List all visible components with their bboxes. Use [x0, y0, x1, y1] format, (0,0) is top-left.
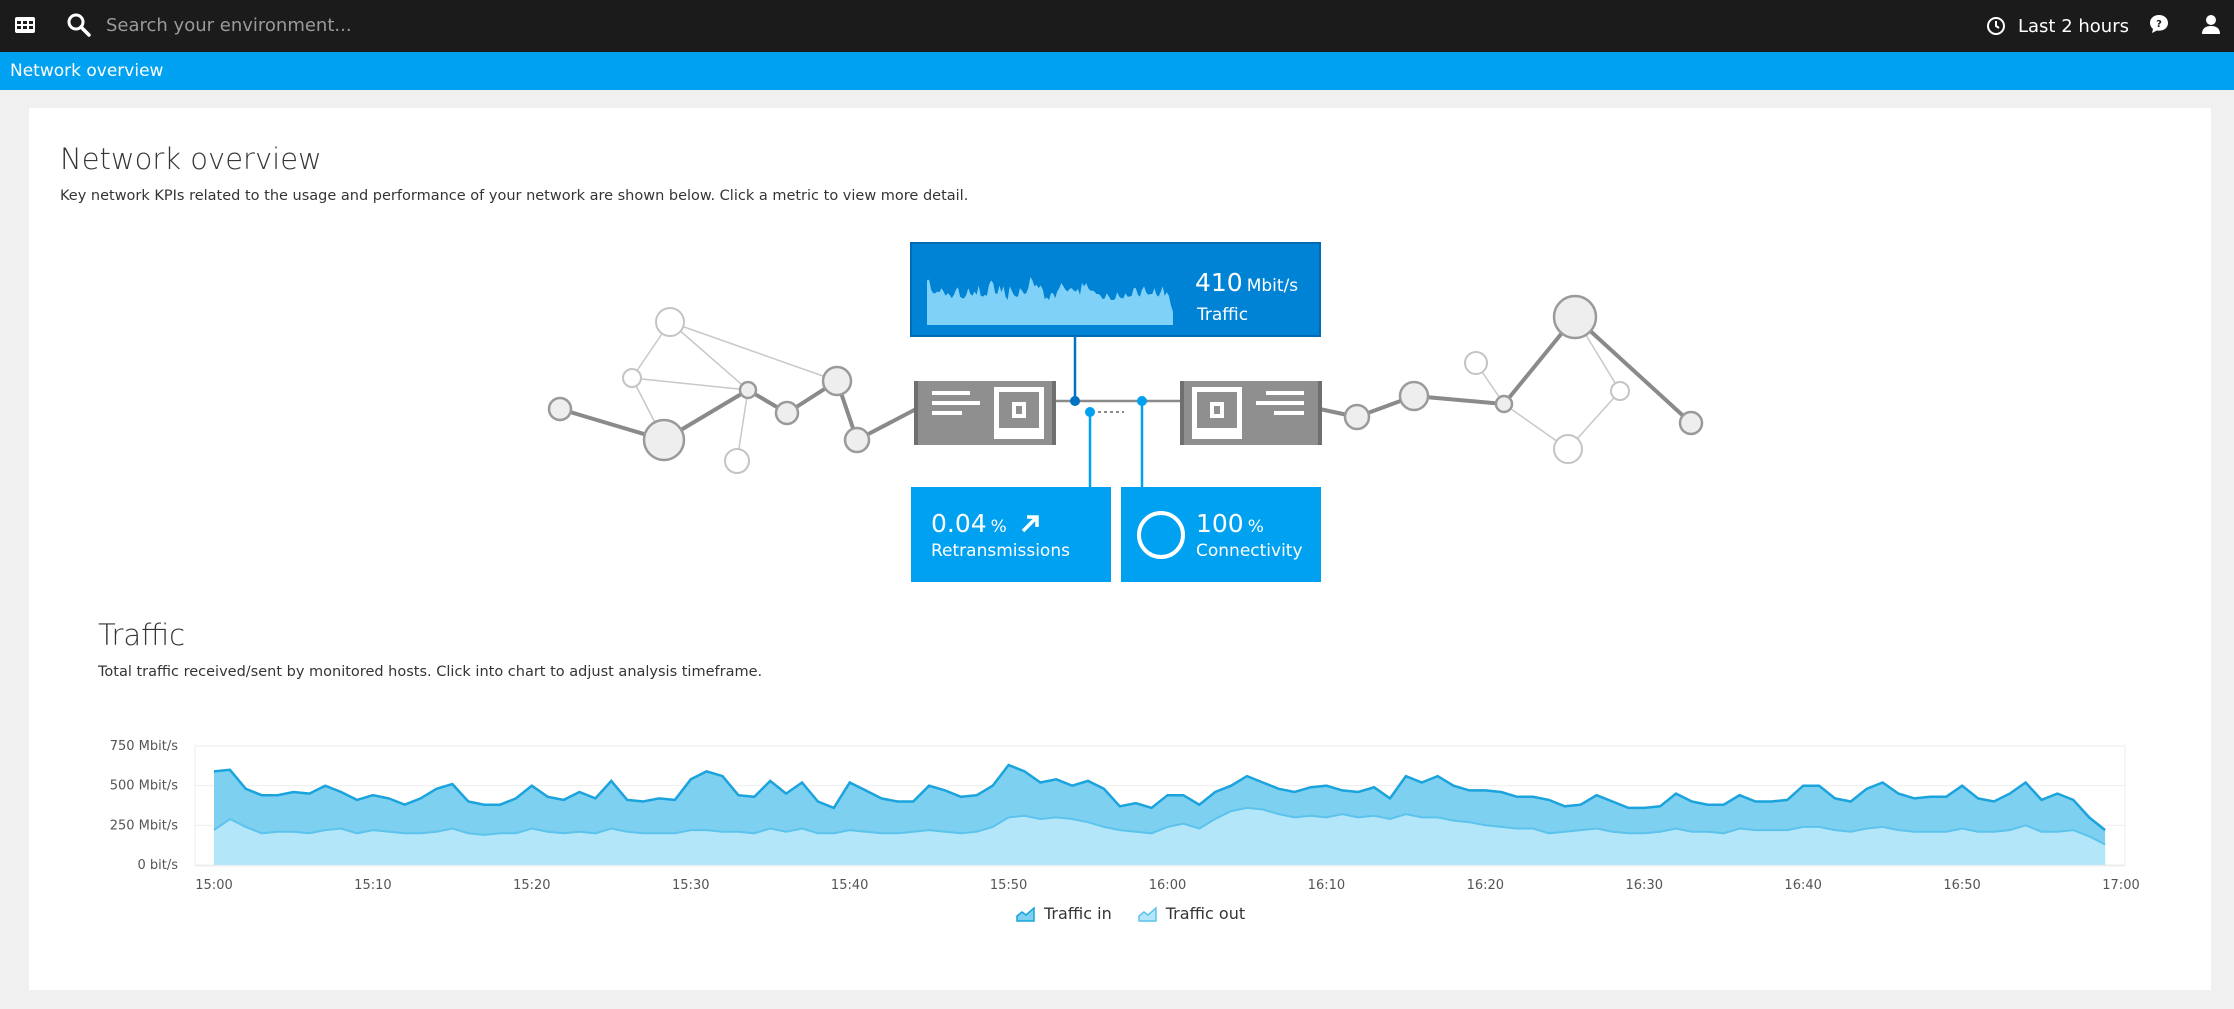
- x-tick-label: 15:30: [672, 878, 709, 893]
- x-tick-label: 15:10: [354, 878, 391, 893]
- x-tick-label: 16:50: [1943, 878, 1980, 893]
- x-tick-label: 15:20: [513, 878, 550, 893]
- y-tick-label: 0 bit/s: [137, 858, 178, 873]
- x-tick-label: 16:00: [1149, 878, 1186, 893]
- x-tick-label: 17:00: [2102, 878, 2139, 893]
- x-tick-label: 15:40: [831, 878, 868, 893]
- area-chart-icon: [1138, 905, 1157, 922]
- legend-item-traffic-in[interactable]: Traffic in: [1016, 904, 1112, 923]
- legend-label: Traffic out: [1165, 904, 1246, 923]
- x-tick-label: 16:20: [1467, 878, 1504, 893]
- traffic-chart[interactable]: 750 Mbit/s 500 Mbit/s 250 Mbit/s 0 bit/s 15…: [0, 0, 2234, 1009]
- x-tick-label: 16:40: [1784, 878, 1821, 893]
- x-tick-label: 15:00: [195, 878, 232, 893]
- y-tick-label: 250 Mbit/s: [110, 818, 179, 833]
- legend-label: Traffic in: [1044, 904, 1112, 923]
- area-chart-icon: [1016, 905, 1035, 922]
- y-tick-label: 500 Mbit/s: [110, 779, 179, 794]
- chart-legend: Traffic in Traffic out: [1016, 904, 1245, 923]
- x-tick-label: 15:50: [990, 878, 1027, 893]
- y-tick-label: 750 Mbit/s: [110, 739, 179, 754]
- x-tick-label: 16:30: [1626, 878, 1663, 893]
- x-tick-label: 16:10: [1308, 878, 1345, 893]
- legend-item-traffic-out[interactable]: Traffic out: [1138, 904, 1245, 923]
